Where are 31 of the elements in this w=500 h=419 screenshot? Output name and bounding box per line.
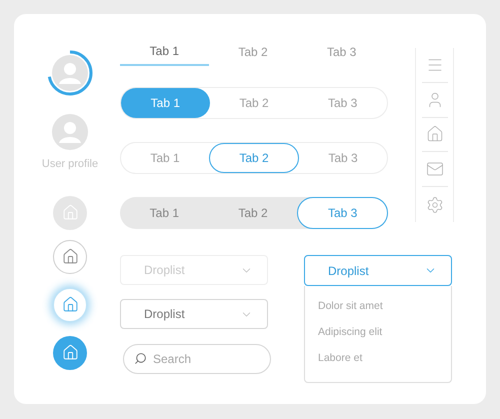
settings-icon[interactable] [426, 196, 444, 214]
tab[interactable]: Tab 2 [210, 88, 298, 118]
home-button[interactable] [53, 336, 87, 370]
home-icon [62, 204, 78, 221]
home-icon [62, 248, 78, 265]
tab[interactable]: Tab 2 [208, 197, 298, 229]
tab[interactable]: Tab 2 [208, 42, 298, 66]
tab[interactable]: Tab 2 [209, 143, 299, 173]
user-profile-caption: User profile [42, 157, 98, 172]
droplist-option[interactable]: Adipiscing elit [305, 320, 451, 346]
home-button[interactable] [53, 240, 87, 274]
home-icon [62, 296, 78, 313]
mail-icon[interactable] [426, 160, 444, 178]
tab[interactable]: Tab 3 [298, 88, 388, 118]
droplist[interactable]: Droplist [120, 299, 268, 329]
home-button[interactable] [53, 288, 87, 322]
home-icon[interactable] [426, 125, 444, 144]
home-icon [62, 344, 78, 361]
tab[interactable]: Tab 3 [299, 143, 387, 173]
tab[interactable]: Tab 3 [297, 42, 386, 66]
search-icon [134, 352, 147, 365]
tab[interactable]: Tab 3 [297, 197, 388, 229]
tab[interactable]: Tab 1 [121, 143, 209, 173]
tab[interactable]: Tab 1 [120, 197, 209, 229]
tab[interactable]: Tab 1 [121, 88, 210, 118]
droplist[interactable]: Droplist [304, 255, 452, 286]
tab[interactable]: Tab 1 [120, 42, 209, 66]
droplist-option[interactable]: Labore et [305, 346, 451, 372]
droplist-option[interactable]: Dolor sit amet [305, 294, 451, 320]
avatar-icon [52, 114, 88, 150]
search-field[interactable]: Search [123, 344, 271, 374]
